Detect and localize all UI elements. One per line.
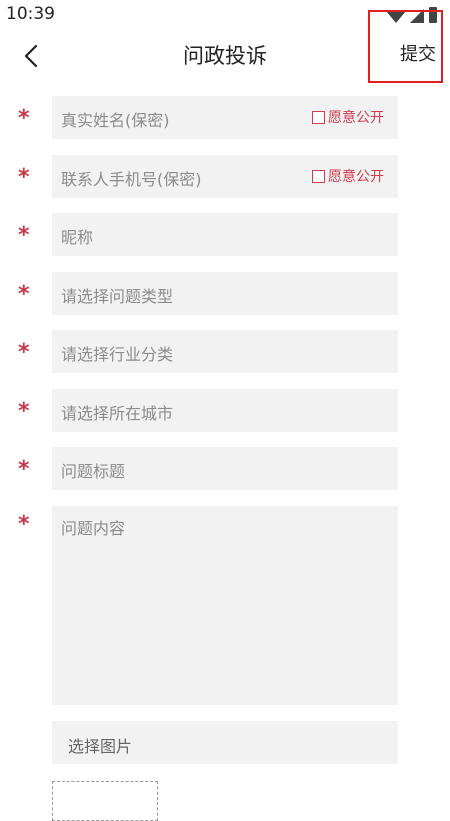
issue-type-select[interactable]: 请选择问题类型 [52, 272, 398, 315]
required-marker: * [18, 457, 30, 482]
industry-placeholder: 请选择行业分类 [61, 345, 174, 364]
required-marker: * [18, 282, 30, 307]
required-marker: * [18, 340, 30, 365]
image-picker-label: 选择图片 [68, 737, 133, 756]
city-select[interactable]: 请选择所在城市 [52, 389, 398, 432]
phone-placeholder: 联系人手机号(保密) [61, 170, 202, 189]
issue-content-placeholder: 问题内容 [61, 519, 126, 538]
required-marker: * [18, 399, 30, 424]
public-option-label: 愿意公开 [328, 169, 384, 185]
submit-button[interactable]: 提交 [400, 40, 436, 66]
checkbox-icon[interactable] [312, 110, 325, 124]
required-marker: * [18, 106, 30, 131]
image-picker[interactable]: 选择图片 [52, 721, 398, 764]
city-placeholder: 请选择所在城市 [61, 404, 174, 423]
issue-content-textarea[interactable]: 问题内容 [52, 506, 398, 705]
real-name-public-option[interactable]: 愿意公开 [312, 108, 384, 126]
industry-select[interactable]: 请选择行业分类 [52, 330, 398, 373]
nickname-field[interactable]: 昵称 [52, 213, 398, 256]
required-marker: * [18, 223, 30, 248]
public-option-label: 愿意公开 [328, 110, 384, 126]
phone-public-option[interactable]: 愿意公开 [312, 167, 384, 185]
real-name-placeholder: 真实姓名(保密) [61, 111, 170, 130]
issue-title-placeholder: 问题标题 [61, 462, 126, 481]
issue-title-field[interactable]: 问题标题 [52, 447, 398, 490]
required-marker: * [18, 165, 30, 190]
image-upload-slot[interactable] [52, 781, 158, 821]
issue-type-placeholder: 请选择问题类型 [61, 287, 174, 306]
nickname-placeholder: 昵称 [61, 228, 94, 247]
phone-field[interactable]: 联系人手机号(保密) 愿意公开 [52, 155, 398, 198]
checkbox-icon[interactable] [312, 169, 325, 183]
status-time: 10:39 [6, 4, 55, 24]
real-name-field[interactable]: 真实姓名(保密) 愿意公开 [52, 96, 398, 139]
required-marker: * [18, 512, 30, 537]
